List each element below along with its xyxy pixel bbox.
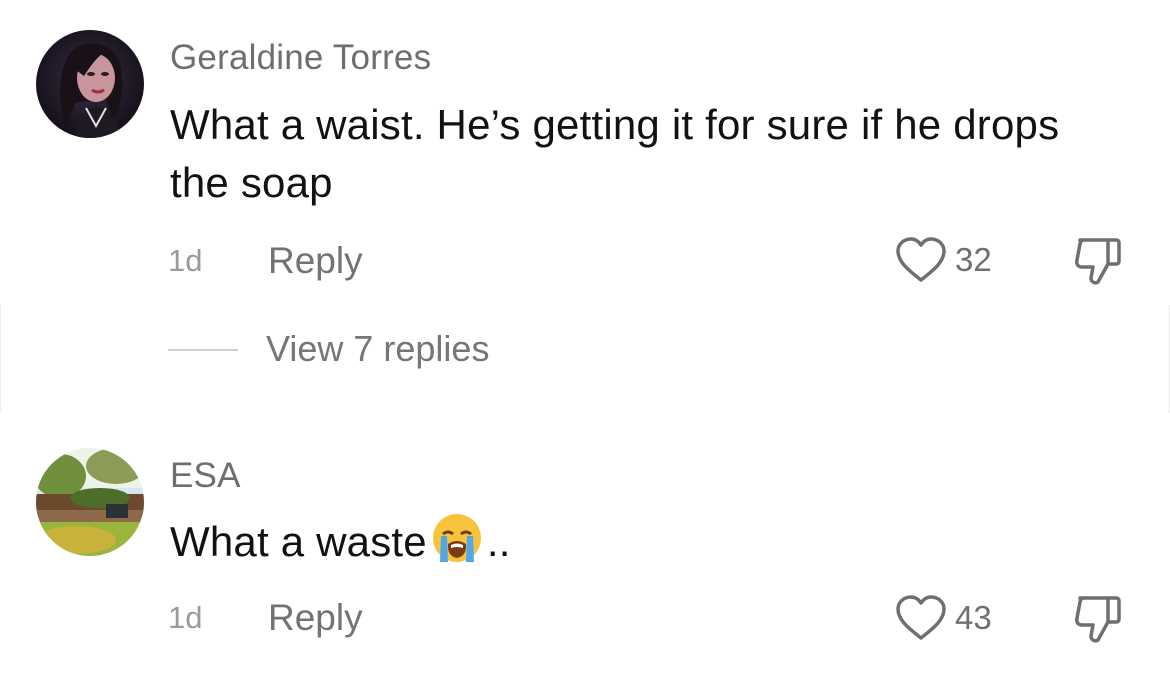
comment-item: ESA What a waste .. 1d Reply 43 [0, 0, 1170, 689]
comment-text-part: .. [486, 518, 511, 565]
like-button[interactable] [894, 594, 948, 642]
comment-timestamp: 1d [168, 600, 203, 635]
avatar-image [36, 448, 144, 556]
avatar[interactable] [36, 448, 144, 556]
reply-button[interactable]: Reply [268, 597, 363, 639]
dislike-button[interactable] [1070, 594, 1126, 646]
username[interactable]: ESA [170, 456, 241, 496]
heart-outline-icon [896, 595, 946, 640]
loudly-crying-face-icon [431, 512, 483, 579]
thumbs-down-outline-icon [1075, 596, 1121, 643]
comment-text-part: What a waste [170, 518, 427, 565]
comment-text: What a waste .. [170, 512, 1070, 579]
like-count: 43 [955, 599, 992, 636]
